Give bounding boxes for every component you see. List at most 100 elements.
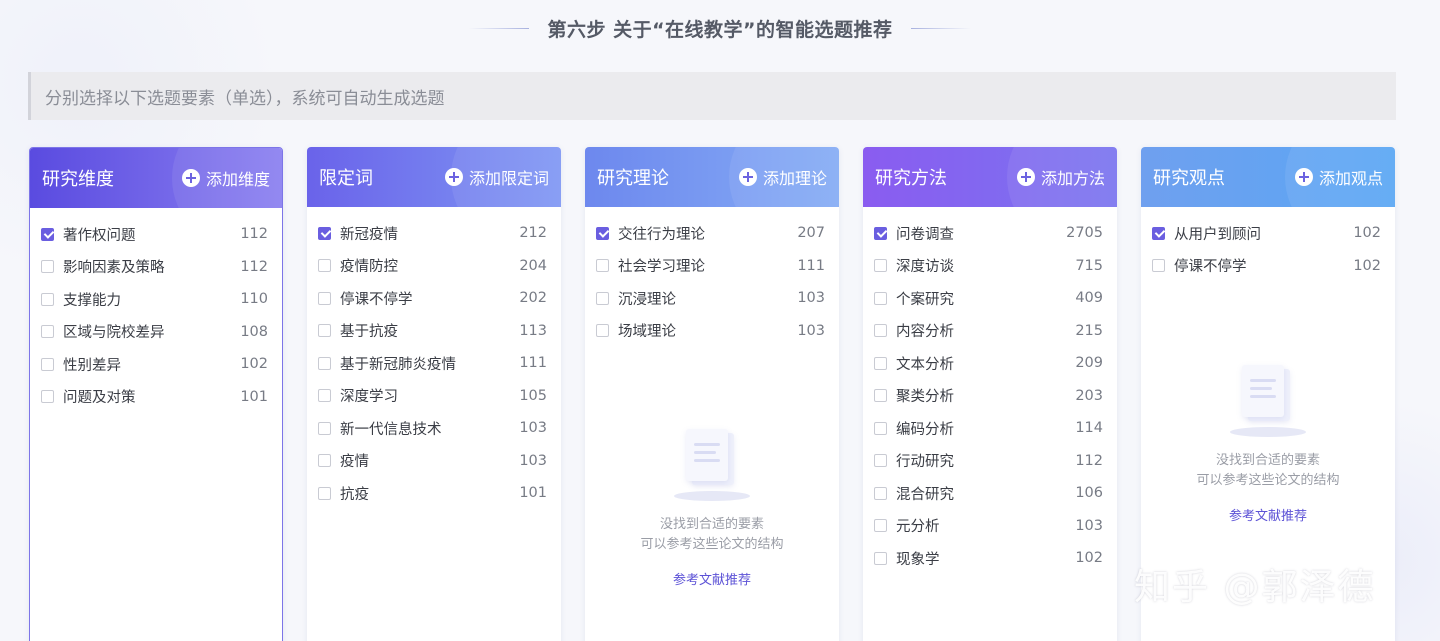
plus-circle-icon	[1294, 168, 1313, 186]
checkbox[interactable]	[318, 389, 331, 403]
checkbox[interactable]	[874, 454, 887, 468]
checkbox[interactable]	[318, 421, 331, 435]
list-item[interactable]: 停课不停学 102	[1141, 250, 1395, 283]
item-count: 101	[519, 485, 547, 502]
item-count: 111	[519, 355, 547, 372]
checkbox[interactable]	[874, 486, 887, 500]
checkbox[interactable]	[874, 356, 887, 370]
list-item[interactable]: 性别差异 102	[30, 348, 282, 381]
add-qualifier-button[interactable]: 添加限定词	[444, 165, 549, 189]
list-item[interactable]: 深度学习 105	[307, 380, 561, 413]
checkbox[interactable]	[596, 259, 609, 273]
checkbox[interactable]	[41, 390, 54, 404]
checkbox[interactable]	[1152, 259, 1165, 273]
option-list: 问卷调查 2705 深度访谈 715 个案研究 409 内容分析 215 文本分析 209…	[863, 207, 1117, 575]
checkbox[interactable]	[318, 324, 331, 338]
checkbox-checked[interactable]	[596, 226, 609, 240]
checkbox[interactable]	[318, 291, 331, 305]
list-item[interactable]: 场域理论 103	[585, 315, 839, 348]
item-label: 基于新冠肺炎疫情	[340, 356, 456, 373]
add-viewpoint-button[interactable]: 添加观点	[1294, 165, 1383, 189]
item-count: 202	[519, 290, 547, 307]
checkbox[interactable]	[41, 325, 54, 339]
checkbox-checked[interactable]	[318, 226, 331, 240]
item-label: 新一代信息技术	[340, 421, 442, 438]
list-item[interactable]: 停课不停学 202	[307, 282, 561, 315]
checkbox-checked[interactable]	[41, 227, 54, 241]
panel-title: 研究维度	[42, 169, 114, 190]
checkbox[interactable]	[596, 324, 609, 338]
list-item[interactable]: 个案研究 409	[863, 282, 1117, 315]
plus-circle-icon	[181, 169, 200, 187]
list-item[interactable]: 问卷调查 2705	[863, 217, 1117, 250]
checkbox[interactable]	[318, 454, 331, 468]
list-item[interactable]: 疫情防控 204	[307, 250, 561, 283]
item-label: 新冠疫情	[340, 226, 398, 243]
list-item[interactable]: 聚类分析 203	[863, 380, 1117, 413]
list-item[interactable]: 影响因素及策略 112	[30, 251, 282, 284]
item-label: 基于抗疫	[340, 324, 398, 341]
list-item[interactable]: 混合研究 106	[863, 477, 1117, 510]
add-button-label: 添加维度	[205, 170, 270, 189]
checkbox[interactable]	[318, 356, 331, 370]
item-label: 文本分析	[896, 356, 954, 373]
item-count: 102	[1075, 550, 1103, 567]
list-item[interactable]: 文本分析 209	[863, 347, 1117, 380]
checkbox[interactable]	[596, 291, 609, 305]
panel-header: 研究理论 添加理论	[585, 147, 839, 207]
checkbox-checked[interactable]	[874, 226, 887, 240]
checkbox[interactable]	[874, 519, 887, 533]
list-item[interactable]: 编码分析 114	[863, 412, 1117, 445]
checkbox[interactable]	[318, 259, 331, 273]
checkbox[interactable]	[41, 357, 54, 371]
list-item[interactable]: 行动研究 112	[863, 445, 1117, 478]
checkbox[interactable]	[874, 421, 887, 435]
list-item[interactable]: 新冠疫情 212	[307, 217, 561, 250]
item-count: 103	[797, 322, 825, 339]
page-title: 第六步 关于“在线教学”的智能选题推荐	[547, 18, 893, 41]
list-item[interactable]: 元分析 103	[863, 510, 1117, 543]
list-item[interactable]: 新一代信息技术 103	[307, 412, 561, 445]
add-dimension-button[interactable]: 添加维度	[181, 166, 270, 190]
item-label: 抗疫	[340, 486, 369, 503]
list-item[interactable]: 疫情 103	[307, 445, 561, 478]
checkbox[interactable]	[874, 551, 887, 565]
item-count: 215	[1075, 322, 1103, 339]
add-method-button[interactable]: 添加方法	[1016, 165, 1105, 189]
reference-recommend-link[interactable]: 参考文献推荐	[673, 569, 751, 588]
list-item[interactable]: 交往行为理论 207	[585, 217, 839, 250]
checkbox-checked[interactable]	[1152, 226, 1165, 240]
item-label: 混合研究	[896, 486, 954, 503]
list-item[interactable]: 从用户到顾问 102	[1141, 217, 1395, 250]
reference-recommend-link[interactable]: 参考文献推荐	[1229, 505, 1307, 524]
checkbox[interactable]	[41, 292, 54, 306]
checkbox[interactable]	[318, 486, 331, 500]
checkbox[interactable]	[874, 324, 887, 338]
list-item[interactable]: 现象学 102	[863, 542, 1117, 575]
list-item[interactable]: 区域与院校差异 108	[30, 316, 282, 349]
item-label: 停课不停学	[1174, 259, 1247, 276]
list-item[interactable]: 著作权问题 112	[30, 218, 282, 251]
empty-hint: 可以参考这些论文的结构	[1196, 473, 1340, 488]
add-button-label: 添加限定词	[468, 169, 549, 188]
list-item[interactable]: 深度访谈 715	[863, 250, 1117, 283]
checkbox[interactable]	[41, 260, 54, 274]
item-label: 个案研究	[896, 291, 954, 308]
checkbox[interactable]	[874, 259, 887, 273]
list-item[interactable]: 社会学习理论 111	[585, 250, 839, 283]
item-label: 支撑能力	[63, 292, 121, 309]
list-item[interactable]: 沉浸理论 103	[585, 282, 839, 315]
item-label: 沉浸理论	[618, 291, 676, 308]
list-item[interactable]: 基于新冠肺炎疫情 111	[307, 347, 561, 380]
list-item[interactable]: 抗疫 101	[307, 477, 561, 510]
list-item[interactable]: 基于抗疫 113	[307, 315, 561, 348]
add-theory-button[interactable]: 添加理论	[738, 165, 827, 189]
checkbox[interactable]	[874, 389, 887, 403]
checkbox[interactable]	[874, 291, 887, 305]
item-label: 深度学习	[340, 389, 398, 406]
item-label: 疫情	[340, 454, 369, 471]
list-item[interactable]: 问题及对策 101	[30, 381, 282, 414]
list-item[interactable]: 支撑能力 110	[30, 283, 282, 316]
title-divider-right	[910, 27, 971, 29]
list-item[interactable]: 内容分析 215	[863, 315, 1117, 348]
